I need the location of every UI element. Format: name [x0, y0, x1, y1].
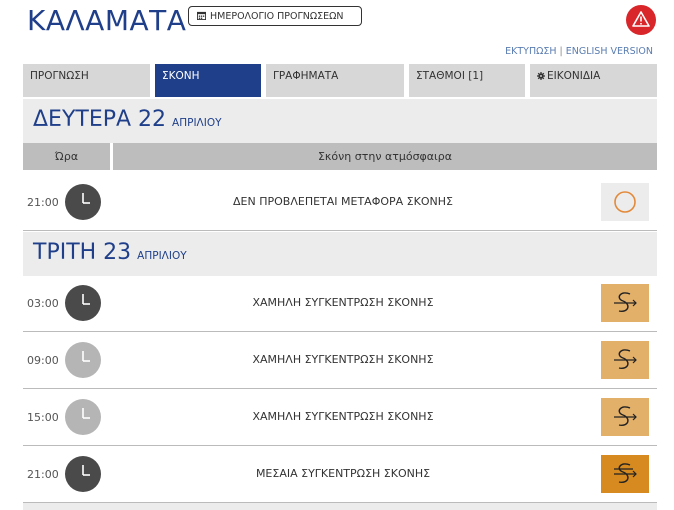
tab-stations[interactable]: ΣΤΑΘΜΟΙ [1]	[409, 64, 525, 97]
table-row: 09:00 ΧΑΜΗΛΗ ΣΥΓΚΕΝΤΡΩΣΗ ΣΚΟΝΗΣ	[23, 332, 657, 389]
day-header: ΤΡΙΤΗ 23 ΑΠΡΙΛΙΟΥ	[23, 232, 657, 276]
tab-dust[interactable]: ΣΚΟΝΗ	[155, 64, 261, 97]
calendar-button-label: ΗΜΕΡΟΛΟΓΙΟ ΠΡΟΓΝΩΣΕΩΝ	[210, 11, 344, 22]
low-dust-icon	[601, 284, 649, 322]
table-row: 21:00 ΜΕΣΑΙΑ ΣΥΓΚΕΝΤΡΩΣΗ ΣΚΟΝΗΣ	[23, 446, 657, 503]
warning-icon	[632, 11, 650, 27]
clock-icon	[65, 184, 101, 220]
clock-icon	[65, 399, 101, 435]
row-time: 15:00	[27, 411, 59, 424]
tab-icons-label: ΕΙΚΟΝΙΔΙΑ	[547, 70, 601, 82]
row-description: ΜΕΣΑΙΑ ΣΥΓΚΕΝΤΡΩΣΗ ΣΚΟΝΗΣ	[255, 467, 431, 480]
medium-dust-icon	[601, 455, 649, 493]
day-month: ΑΠΡΙΛΙΟΥ	[137, 250, 187, 262]
row-time: 03:00	[27, 297, 59, 310]
tab-icons[interactable]: ΕΙΚΟΝΙΔΙΑ	[530, 64, 657, 97]
no-dust-icon	[601, 183, 649, 221]
row-time: 09:00	[27, 354, 59, 367]
row-description: ΧΑΜΗΛΗ ΣΥΓΚΕΝΤΡΩΣΗ ΣΚΟΝΗΣ	[252, 410, 434, 423]
next-section-strip	[23, 503, 657, 510]
gear-icon	[537, 72, 545, 80]
forecast-calendar-button[interactable]: ΗΜΕΡΟΛΟΓΙΟ ΠΡΟΓΝΩΣΕΩΝ	[188, 6, 362, 26]
row-time: 21:00	[27, 468, 59, 481]
tab-bar: ΠΡΟΓΝΩΣΗ ΣΚΟΝΗ ΓΡΑΦΗΜΑΤΑ ΣΤΑΘΜΟΙ [1] ΕΙΚ…	[23, 64, 657, 97]
column-header-dust: Σκόνη στην ατμόσφαιρα	[113, 143, 657, 170]
calendar-icon	[197, 11, 206, 20]
clock-icon	[65, 342, 101, 378]
day-name: ΤΡΙΤΗ 23	[33, 240, 132, 265]
clock-icon	[65, 285, 101, 321]
low-dust-icon	[601, 341, 649, 379]
clock-icon	[65, 456, 101, 492]
day-name: ΔΕΥΤΕΡΑ 22	[33, 107, 167, 132]
tab-charts[interactable]: ΓΡΑΦΗΜΑΤΑ	[266, 64, 404, 97]
day-header: ΔΕΥΤΕΡΑ 22 ΑΠΡΙΛΙΟΥ	[23, 99, 657, 143]
table-row: 15:00 ΧΑΜΗΛΗ ΣΥΓΚΕΝΤΡΩΣΗ ΣΚΟΝΗΣ	[23, 389, 657, 446]
day-month: ΑΠΡΙΛΙΟΥ	[172, 117, 222, 129]
english-version-link[interactable]: ENGLISH VERSION	[566, 46, 653, 57]
tab-forecast[interactable]: ΠΡΟΓΝΩΣΗ	[23, 64, 150, 97]
print-link[interactable]: ΕΚΤΥΠΩΣΗ	[505, 46, 556, 57]
row-time: 21:00	[27, 196, 59, 209]
link-separator: |	[559, 46, 563, 57]
city-title: ΚΑΛΑΜΑΤΑ	[27, 4, 187, 37]
row-description: ΧΑΜΗΛΗ ΣΥΓΚΕΝΤΡΩΣΗ ΣΚΟΝΗΣ	[252, 296, 434, 309]
table-row: 03:00 ΧΑΜΗΛΗ ΣΥΓΚΕΝΤΡΩΣΗ ΣΚΟΝΗΣ	[23, 275, 657, 332]
header-links: ΕΚΤΥΠΩΣΗ | ENGLISH VERSION	[505, 46, 653, 57]
column-header-time: Ώρα	[23, 143, 110, 170]
row-description: ΔΕΝ ΠΡΟΒΛΕΠΕΤΑΙ ΜΕΤΑΦΟΡΑ ΣΚΟΝΗΣ	[233, 195, 453, 208]
table-row: 21:00 ΔΕΝ ΠΡΟΒΛΕΠΕΤΑΙ ΜΕΤΑΦΟΡΑ ΣΚΟΝΗΣ	[23, 174, 657, 231]
row-description: ΧΑΜΗΛΗ ΣΥΓΚΕΝΤΡΩΣΗ ΣΚΟΝΗΣ	[252, 353, 434, 366]
low-dust-icon	[601, 398, 649, 436]
warning-alert-button[interactable]	[626, 5, 656, 35]
